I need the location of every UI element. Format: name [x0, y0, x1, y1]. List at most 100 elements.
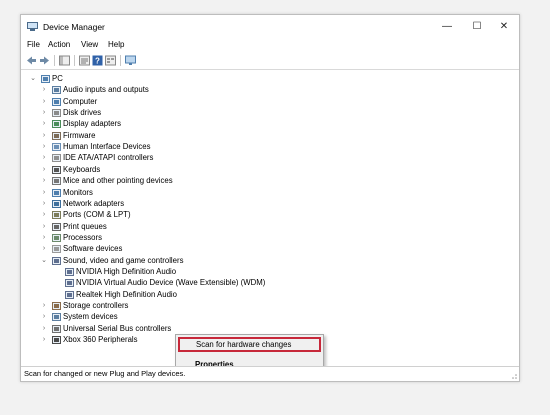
close-button[interactable]: ✕	[493, 19, 515, 35]
tree-node-label: Universal Serial Bus controllers	[63, 323, 172, 333]
expand-chevron-icon[interactable]: ›	[40, 109, 48, 117]
expand-chevron-icon[interactable]: ›	[40, 200, 48, 208]
collapse-chevron-icon[interactable]: ⌄	[40, 257, 48, 265]
monitor-icon	[52, 188, 61, 197]
expand-chevron-icon[interactable]: ›	[40, 154, 48, 162]
tree-node-category[interactable]: › Processors	[21, 233, 501, 244]
tree-node-category[interactable]: › Keyboards	[21, 165, 501, 176]
expand-chevron-icon[interactable]: ›	[40, 234, 48, 242]
expand-chevron-icon[interactable]: ›	[40, 245, 48, 253]
menu-action[interactable]: Action	[48, 40, 70, 49]
ide-controller-icon	[52, 154, 61, 163]
expand-chevron-icon[interactable]: ›	[40, 325, 48, 333]
expand-chevron-icon[interactable]: ›	[40, 302, 48, 310]
expand-chevron-icon[interactable]: ›	[40, 120, 48, 128]
collapse-chevron-icon[interactable]: ⌄	[29, 75, 37, 83]
properties-icon[interactable]	[79, 55, 90, 66]
audio-device-icon	[65, 279, 74, 288]
tree-node-device[interactable]: NVIDIA High Definition Audio	[21, 267, 501, 278]
tree-node-category[interactable]: › Monitors	[21, 188, 501, 199]
tree-node-category[interactable]: ⌄ Sound, video and game controllers	[21, 256, 501, 267]
menu-file[interactable]: File	[27, 40, 40, 49]
monitor-icon[interactable]	[125, 55, 136, 66]
processor-icon	[52, 233, 61, 242]
tree-node-category[interactable]: › Print queues	[21, 222, 501, 233]
expand-chevron-icon[interactable]: ›	[40, 336, 48, 344]
tree-node-label: Firmware	[63, 130, 96, 140]
help-icon[interactable]: ?	[92, 55, 103, 66]
forward-icon[interactable]	[39, 55, 50, 66]
audio-device-icon	[65, 267, 74, 276]
device-manager-window: Device Manager — ☐ ✕ File Action View He…	[20, 14, 520, 382]
scan-label: Scan for hardware changes	[196, 340, 292, 349]
show-hide-tree-icon[interactable]	[59, 55, 70, 66]
menu-view[interactable]: View	[81, 40, 98, 49]
expand-chevron-icon[interactable]: ›	[40, 223, 48, 231]
expand-chevron-icon[interactable]: ›	[40, 98, 48, 106]
audio-device-icon	[65, 290, 74, 299]
tree-node-category[interactable]: › Firmware	[21, 131, 501, 142]
tree-node-label: Mice and other pointing devices	[63, 176, 173, 186]
tree-node-category[interactable]: › Software devices	[21, 244, 501, 255]
expand-chevron-icon[interactable]: ›	[40, 211, 48, 219]
tree-node-category[interactable]: › Display adapters	[21, 119, 501, 130]
expand-chevron-icon[interactable]: ›	[40, 143, 48, 151]
tree-node-label: Print queues	[63, 221, 107, 231]
tree-node-category[interactable]: › Disk drives	[21, 108, 501, 119]
computer-icon	[52, 97, 61, 106]
tree-node-label: Network adapters	[63, 198, 125, 208]
tree-node-label: Monitors	[63, 187, 93, 197]
tree-node-category[interactable]: › Storage controllers	[21, 301, 501, 312]
expand-chevron-icon[interactable]: ›	[40, 132, 48, 140]
menu-bar: File Action View Help	[21, 39, 519, 53]
status-text: Scan for changed or new Plug and Play de…	[24, 369, 186, 378]
tree-node-category[interactable]: › Network adapters	[21, 199, 501, 210]
tree-node-device[interactable]: Realtek High Definition Audio	[21, 290, 501, 301]
expand-chevron-icon[interactable]: ›	[40, 86, 48, 94]
sound-icon	[52, 256, 61, 265]
menu-help[interactable]: Help	[108, 40, 124, 49]
mouse-icon	[52, 177, 61, 186]
tree-node-category[interactable]: › Human Interface Devices	[21, 142, 501, 153]
tree-node-label: Disk drives	[63, 108, 102, 118]
tree-node-label: Storage controllers	[63, 301, 129, 310]
tree-node-label: Keyboards	[63, 164, 101, 174]
gamepad-icon	[52, 336, 61, 345]
scan-for-hardware-changes-menu-item[interactable]: Scan for hardware changes	[178, 337, 321, 352]
display-adapter-icon	[52, 120, 61, 129]
tree-node-label: Ports (COM & LPT)	[63, 210, 131, 220]
tree-node-device[interactable]: NVIDIA Virtual Audio Device (Wave Extens…	[21, 278, 501, 289]
tree-node-label: Display adapters	[63, 119, 122, 129]
system-icon	[52, 313, 61, 322]
resize-grip-icon[interactable]	[509, 371, 517, 379]
tree-node-category[interactable]: › Mice and other pointing devices	[21, 176, 501, 187]
maximize-button[interactable]: ☐	[466, 19, 488, 35]
title-bar[interactable]: Device Manager — ☐ ✕	[21, 15, 519, 39]
expand-chevron-icon[interactable]: ›	[40, 177, 48, 185]
window-title: Device Manager	[43, 22, 105, 32]
tree-node-label: Sound, video and game controllers	[63, 255, 184, 265]
view-icon[interactable]	[105, 55, 116, 66]
port-icon	[52, 211, 61, 220]
tree-node-label: System devices	[63, 312, 118, 322]
back-icon[interactable]	[26, 55, 37, 66]
expand-chevron-icon[interactable]: ›	[40, 189, 48, 197]
speaker-icon	[52, 86, 61, 95]
status-bar: Scan for changed or new Plug and Play de…	[21, 366, 519, 381]
tree-node-category[interactable]: › Audio inputs and outputs	[21, 85, 501, 96]
tree-node-label: NVIDIA Virtual Audio Device (Wave Extens…	[76, 278, 266, 288]
expand-chevron-icon[interactable]: ›	[40, 166, 48, 174]
storage-icon	[52, 302, 61, 310]
tree-node-label: Audio inputs and outputs	[63, 85, 149, 95]
tree-node-label: Processors	[63, 232, 102, 242]
disk-icon	[52, 109, 61, 118]
tree-node-category[interactable]: › IDE ATA/ATAPI controllers	[21, 153, 501, 164]
tree-node-category[interactable]: › Computer	[21, 97, 501, 108]
keyboard-icon	[52, 165, 61, 174]
tree-node-category[interactable]: › Ports (COM & LPT)	[21, 210, 501, 221]
tree-node-category[interactable]: › System devices	[21, 312, 501, 323]
tree-node-pc[interactable]: ⌄ PC	[21, 74, 501, 85]
minimize-button[interactable]: —	[436, 19, 458, 35]
usb-icon	[52, 324, 61, 333]
expand-chevron-icon[interactable]: ›	[40, 313, 48, 321]
